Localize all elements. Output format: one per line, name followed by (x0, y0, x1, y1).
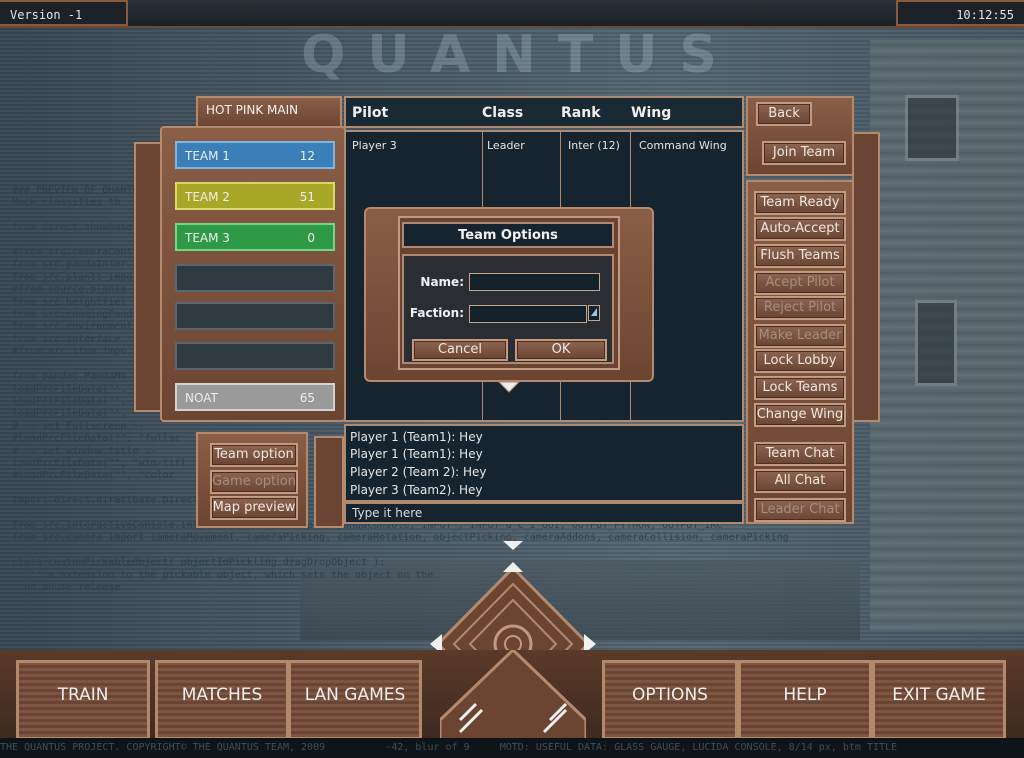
map-preview-button[interactable]: Map preview (210, 496, 298, 520)
cancel-button[interactable]: Cancel (412, 339, 508, 361)
background-window (905, 95, 959, 161)
column-header-rank: Rank (561, 105, 601, 121)
team-name: TEAM 2 (185, 190, 230, 204)
team-row-1[interactable]: TEAM 1 12 (175, 141, 335, 169)
team-row-noat[interactable]: NOAT 65 (175, 383, 335, 411)
team-name: TEAM 3 (185, 231, 230, 245)
team-row-2[interactable]: TEAM 2 51 (175, 182, 335, 210)
team-count: 65 (299, 391, 315, 405)
reject-pilot-button[interactable]: Reject Pilot (754, 296, 846, 320)
chat-message: Player 1 (Team1): Hey (350, 447, 483, 461)
game-option-button[interactable]: Game option (210, 470, 298, 494)
chat-input[interactable]: Type it here (344, 502, 744, 524)
team-row-empty[interactable] (175, 302, 335, 330)
team-count: 12 (299, 149, 315, 163)
cell-wing: Command Wing (639, 139, 727, 152)
column-header-pilot: Pilot (352, 105, 389, 121)
lock-teams-button[interactable]: Lock Teams (754, 376, 846, 400)
faction-label: Faction: (409, 306, 464, 320)
version-label: Version -1 (0, 0, 128, 26)
faction-select[interactable] (469, 305, 587, 323)
team-chat-button[interactable]: Team Chat (754, 442, 846, 466)
help-button[interactable]: HELP (738, 660, 872, 740)
cell-pilot: Player 3 (352, 139, 397, 152)
faction-dropdown-arrow-icon[interactable] (588, 305, 600, 321)
name-label: Name: (420, 275, 464, 289)
dialog-title-bar: Team Options (402, 222, 614, 248)
exit-game-button[interactable]: EXIT GAME (872, 660, 1006, 740)
chat-message: Player 1 (Team1): Hey (350, 430, 483, 444)
column-header-class: Class (482, 105, 524, 121)
dialog-title: Team Options (458, 228, 558, 243)
change-wing-button[interactable]: Change Wing (754, 403, 846, 427)
pilot-table-header-bar (344, 96, 744, 128)
cell-rank: Inter (12) (568, 139, 620, 152)
join-team-button[interactable]: Join Team (762, 141, 846, 165)
team-row-3[interactable]: TEAM 3 0 (175, 223, 335, 251)
ok-button[interactable]: OK (515, 339, 607, 361)
name-input[interactable] (469, 273, 600, 291)
team-count: 51 (299, 190, 315, 204)
arrow-up-icon[interactable] (502, 560, 524, 574)
options-button[interactable]: OPTIONS (602, 660, 738, 740)
background-window (915, 300, 957, 386)
lan-games-button[interactable]: LAN GAMES (288, 660, 422, 740)
train-button[interactable]: TRAIN (16, 660, 150, 740)
team-name: TEAM 1 (185, 149, 230, 163)
chat-message: Player 2 (Team 2): Hey (350, 465, 487, 479)
compass-base (440, 650, 586, 740)
top-bar (0, 0, 1024, 28)
accept-pilot-button[interactable]: Acept Pilot (754, 271, 846, 295)
chat-frame-side (314, 436, 344, 528)
all-chat-button[interactable]: All Chat (754, 469, 846, 493)
matches-button[interactable]: MATCHES (155, 660, 289, 740)
back-button[interactable]: Back (756, 102, 812, 126)
team-name: NOAT (185, 391, 218, 405)
team-count: 0 (307, 231, 315, 245)
team-row-empty[interactable] (175, 342, 335, 370)
make-leader-button[interactable]: Make Leader (754, 324, 846, 348)
clock: 10:12:55 (896, 0, 1024, 26)
scroll-down-icon[interactable] (498, 380, 520, 394)
chat-input-placeholder: Type it here (352, 506, 423, 520)
footer-status: THE QUANTUS PROJECT. COPYRIGHT© THE QUAN… (0, 738, 1024, 758)
game-logo: QUANTUS (301, 25, 739, 85)
lock-lobby-button[interactable]: Lock Lobby (754, 349, 846, 373)
arrow-down-icon[interactable] (502, 540, 524, 552)
team-option-button[interactable]: Team option (210, 443, 298, 467)
chat-message: Player 3 (Team2). Hey (350, 483, 483, 497)
column-header-wing: Wing (631, 105, 672, 121)
right-panel-side (852, 132, 880, 422)
team-panel-side (134, 142, 162, 412)
team-ready-button[interactable]: Team Ready (754, 191, 846, 215)
team-row-empty[interactable] (175, 264, 335, 292)
auto-accept-button[interactable]: Auto-Accept (754, 217, 846, 241)
team-panel-title: HOT PINK MAIN (206, 103, 299, 117)
flush-teams-button[interactable]: Flush Teams (754, 244, 846, 268)
leader-chat-button[interactable]: Leader Chat (754, 498, 846, 522)
cell-class: Leader (487, 139, 525, 152)
